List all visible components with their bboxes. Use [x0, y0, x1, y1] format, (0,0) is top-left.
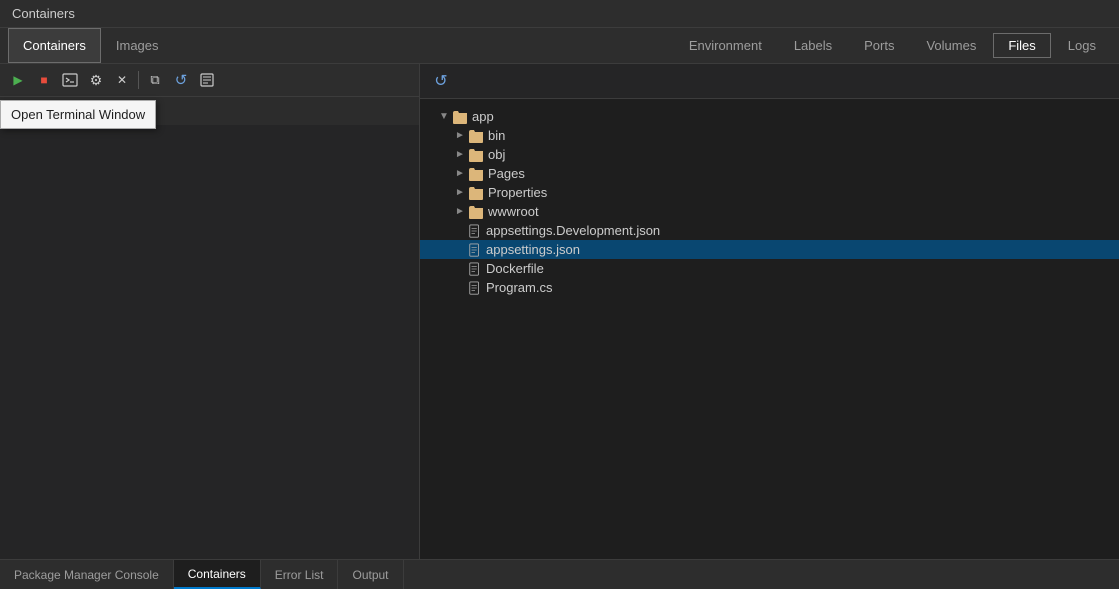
terminal-button[interactable] — [58, 68, 82, 92]
tab-images[interactable]: Images — [101, 28, 174, 63]
left-panel: ▶ ■ ⚙ ✕ ⧉ ↺ Open Terminal Window — [0, 64, 420, 559]
tree-item-app[interactable]: app — [420, 107, 1119, 126]
main-content: Containers Images Environment Labels Por… — [0, 28, 1119, 589]
tree-label-pages: Pages — [488, 166, 525, 181]
tree-label-appsettings: appsettings.json — [486, 242, 580, 257]
file-tree-toolbar: ↺ — [420, 64, 1119, 99]
tree-item-program-cs[interactable]: Program.cs — [420, 278, 1119, 297]
arrow-wwwroot — [452, 206, 468, 217]
tree-item-appsettings[interactable]: appsettings.json — [420, 240, 1119, 259]
bottom-tab-package-manager[interactable]: Package Manager Console — [0, 560, 174, 589]
file-tree: app bin obj — [420, 99, 1119, 305]
tree-label-appsettings-dev: appsettings.Development.json — [486, 223, 660, 238]
restart-button[interactable]: ↺ — [169, 68, 193, 92]
tooltip-popup: Open Terminal Window — [0, 100, 156, 129]
tree-label-obj: obj — [488, 147, 505, 162]
folder-icon-app — [452, 110, 468, 124]
tree-item-appsettings-dev[interactable]: appsettings.Development.json — [420, 221, 1119, 240]
arrow-pages — [452, 168, 468, 179]
arrow-bin — [452, 130, 468, 141]
title-bar: Containers — [0, 0, 1119, 28]
tree-item-properties[interactable]: Properties — [420, 183, 1119, 202]
tree-label-wwwroot: wwwroot — [488, 204, 539, 219]
top-tabs-bar: Containers Images Environment Labels Por… — [0, 28, 1119, 64]
arrow-properties — [452, 187, 468, 198]
arrow-app — [436, 111, 452, 122]
tree-item-obj[interactable]: obj — [420, 145, 1119, 164]
tab-logs[interactable]: Logs — [1053, 33, 1111, 58]
tree-label-app: app — [472, 109, 494, 124]
right-tabs: Environment Labels Ports Volumes Files L… — [674, 33, 1111, 58]
tree-item-dockerfile[interactable]: Dockerfile — [420, 259, 1119, 278]
file-icon-dockerfile — [468, 262, 482, 276]
start-button[interactable]: ▶ — [6, 68, 30, 92]
tree-item-bin[interactable]: bin — [420, 126, 1119, 145]
tab-volumes[interactable]: Volumes — [911, 33, 991, 58]
folder-icon-pages — [468, 167, 484, 181]
tab-labels[interactable]: Labels — [779, 33, 847, 58]
right-panel: ↺ app bin — [420, 64, 1119, 559]
folder-icon-properties — [468, 186, 484, 200]
copy-button[interactable]: ⧉ — [143, 68, 167, 92]
tab-ports[interactable]: Ports — [849, 33, 909, 58]
tree-item-pages[interactable]: Pages — [420, 164, 1119, 183]
title-label: Containers — [12, 6, 75, 21]
toolbar-separator-1 — [138, 71, 139, 89]
tree-label-dockerfile: Dockerfile — [486, 261, 544, 276]
tab-containers[interactable]: Containers — [8, 28, 101, 63]
file-icon-appsettings-dev — [468, 224, 482, 238]
folder-icon-wwwroot — [468, 205, 484, 219]
tooltip-text: Open Terminal Window — [11, 107, 145, 122]
arrow-obj — [452, 149, 468, 160]
bottom-tab-error-list[interactable]: Error List — [261, 560, 339, 589]
tree-label-program-cs: Program.cs — [486, 280, 552, 295]
tree-label-bin: bin — [488, 128, 505, 143]
bottom-tab-containers[interactable]: Containers — [174, 560, 261, 589]
file-icon-appsettings — [468, 243, 482, 257]
logs-button[interactable] — [195, 68, 219, 92]
bottom-tab-output[interactable]: Output — [338, 560, 403, 589]
tab-environment[interactable]: Environment — [674, 33, 777, 58]
stop-button[interactable]: ■ — [32, 68, 56, 92]
tab-files[interactable]: Files — [993, 33, 1050, 58]
tree-item-wwwroot[interactable]: wwwroot — [420, 202, 1119, 221]
folder-icon-bin — [468, 129, 484, 143]
file-tree-refresh-button[interactable]: ↺ — [430, 70, 452, 92]
tree-label-properties: Properties — [488, 185, 547, 200]
delete-button[interactable]: ✕ — [110, 68, 134, 92]
settings-button[interactable]: ⚙ — [84, 68, 108, 92]
folder-icon-obj — [468, 148, 484, 162]
body-split: ▶ ■ ⚙ ✕ ⧉ ↺ Open Terminal Window — [0, 64, 1119, 559]
bottom-tabs: Package Manager Console Containers Error… — [0, 559, 1119, 589]
toolbar: ▶ ■ ⚙ ✕ ⧉ ↺ — [0, 64, 419, 97]
file-icon-program-cs — [468, 281, 482, 295]
